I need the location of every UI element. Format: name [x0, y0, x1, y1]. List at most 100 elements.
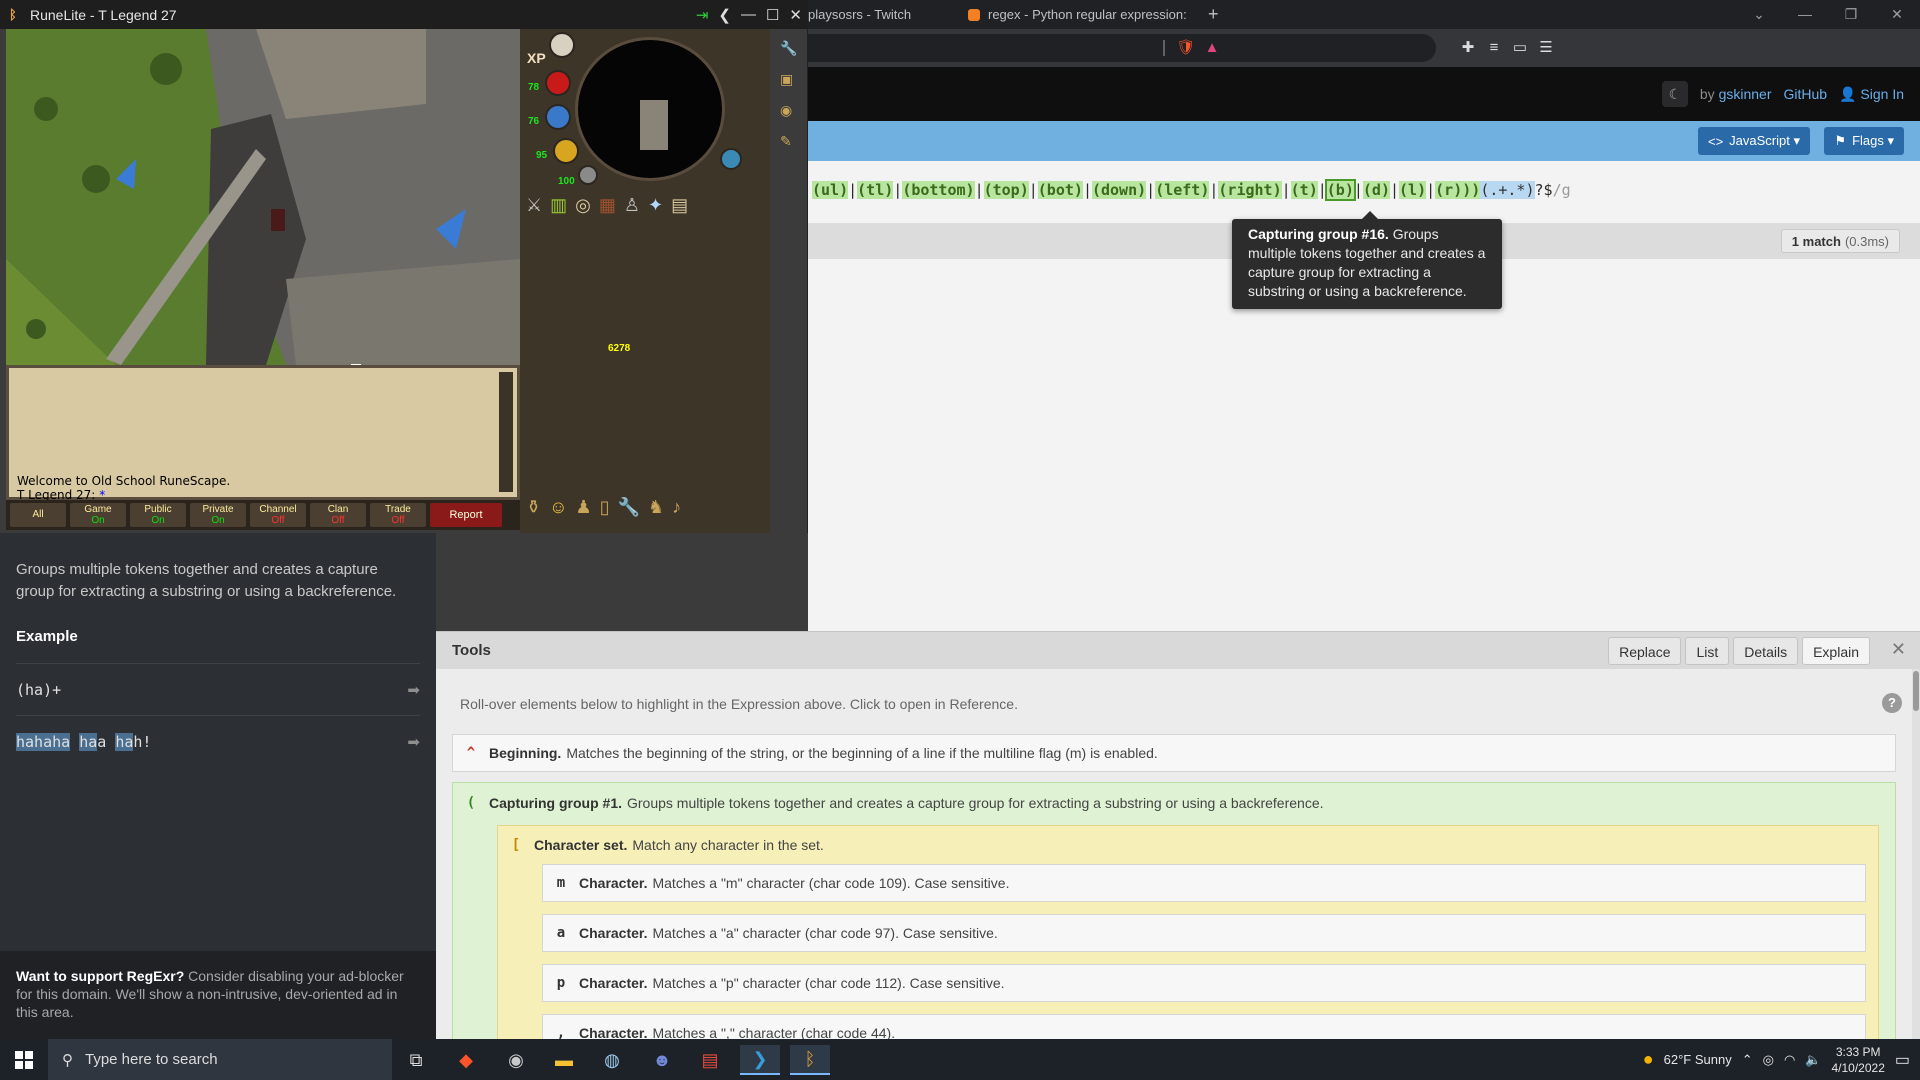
maximize-icon[interactable]: ☐: [766, 6, 779, 24]
expression-text[interactable]: (ul)|(tl)|(bottom)|(top)|(bot)|(down)|(l…: [812, 179, 1571, 201]
logout-tab-icon[interactable]: ▯: [600, 497, 610, 518]
loot-chest-icon[interactable]: ▣: [780, 71, 797, 88]
steam-icon[interactable]: ◍: [592, 1045, 632, 1075]
inventory-tab-icon[interactable]: ▦: [599, 195, 616, 216]
minimap[interactable]: [575, 37, 725, 181]
group-token[interactable]: (bottom): [902, 181, 975, 199]
discord-icon[interactable]: ☻: [642, 1045, 682, 1075]
tab-search-icon[interactable]: ⌄: [1736, 0, 1782, 29]
brave-browser-icon[interactable]: ◆: [446, 1045, 486, 1075]
alternation-token[interactable]: |: [1146, 181, 1155, 199]
chat-tab-all[interactable]: All: [10, 503, 66, 527]
windows-start-icon[interactable]: [0, 1039, 48, 1080]
special-attack-orb-icon[interactable]: [578, 165, 598, 185]
alternation-token[interactable]: |: [1354, 181, 1363, 199]
hiscore-icon[interactable]: ◉: [780, 102, 797, 119]
restore-icon[interactable]: ❐: [1828, 0, 1874, 29]
new-tab-button[interactable]: +: [1208, 0, 1228, 29]
group-token[interactable]: (l): [1399, 181, 1427, 199]
group-token[interactable]: (right): [1218, 181, 1282, 199]
wrench-icon[interactable]: 🔧: [780, 40, 797, 57]
xp-tracker-icon[interactable]: XP: [527, 50, 546, 66]
account-tab-icon[interactable]: ♟: [575, 497, 591, 518]
tab-details[interactable]: Details: [1733, 637, 1799, 665]
brave-rewards-icon[interactable]: ▲: [1202, 38, 1222, 58]
compass-icon[interactable]: [549, 32, 575, 58]
runelite-taskbar-icon[interactable]: ᛒ: [790, 1045, 830, 1075]
test-text-area[interactable]: [808, 259, 1920, 632]
weather-text[interactable]: 62°F Sunny: [1664, 1052, 1732, 1067]
explain-capturing-group-1[interactable]: ( Capturing group #1. Groups multiple to…: [452, 782, 1896, 1080]
help-icon[interactable]: ?: [1882, 693, 1902, 713]
close-icon[interactable]: ✕: [789, 6, 802, 24]
network-icon[interactable]: ◠: [1784, 1052, 1795, 1068]
explain-beginning[interactable]: ^ Beginning. Matches the beginning of th…: [452, 734, 1896, 772]
task-view-icon[interactable]: ⧉: [396, 1045, 436, 1075]
brave-shield-icon[interactable]: 🛡: [1176, 38, 1196, 58]
menu-icon[interactable]: ☰: [1536, 38, 1556, 58]
music-tab-icon[interactable]: ♪: [672, 497, 681, 518]
optional-anchor-token[interactable]: ?$: [1535, 181, 1553, 199]
minimize-icon[interactable]: —: [1782, 0, 1828, 29]
alternation-token[interactable]: |: [1282, 181, 1291, 199]
selected-group-token[interactable]: (b): [1324, 179, 1356, 201]
volume-icon[interactable]: 🔈: [1805, 1052, 1821, 1068]
tools-close-icon[interactable]: ✕: [1891, 639, 1906, 660]
prayer-tab-icon[interactable]: ✦: [648, 195, 663, 216]
group-token[interactable]: (t): [1290, 181, 1318, 199]
group-token[interactable]: (bot): [1037, 181, 1083, 199]
magic-tab-icon[interactable]: ▤: [671, 195, 688, 216]
notes-icon[interactable]: ✎: [780, 133, 797, 150]
chat-scrollbar[interactable]: [499, 372, 513, 492]
quests-tab-icon[interactable]: ◎: [575, 195, 591, 216]
emotes-tab-icon[interactable]: ♞: [648, 497, 664, 518]
combat-tab-icon[interactable]: ⚔: [526, 195, 542, 216]
run-orb-icon[interactable]: [553, 138, 579, 164]
tab-replace[interactable]: Replace: [1608, 637, 1682, 665]
address-bar[interactable]: [808, 34, 1436, 62]
taskbar-search[interactable]: ⚲ Type here to search: [48, 1039, 392, 1080]
example-text-row[interactable]: hahaha haa hah! ➡: [16, 715, 420, 767]
tab-regex[interactable]: regex - Python regular expression: ex...: [968, 0, 1198, 29]
tab-twitch[interactable]: playsosrs - Twitch: [808, 0, 968, 29]
extensions-icon[interactable]: ✚: [1458, 38, 1478, 58]
flavor-button[interactable]: <> JavaScript ▾: [1697, 127, 1810, 155]
prayer-orb-icon[interactable]: [545, 104, 571, 130]
alternation-token[interactable]: |: [1318, 181, 1327, 199]
stats-tab-icon[interactable]: ▥: [550, 195, 567, 216]
chat-tab-channel[interactable]: Channel Off: [250, 503, 306, 527]
playlist-icon[interactable]: ≡: [1484, 38, 1504, 58]
explain-scrollbar[interactable]: [1912, 669, 1920, 1039]
alternation-token[interactable]: |: [975, 181, 984, 199]
sidebar-toggle-icon[interactable]: ⇥: [696, 6, 709, 24]
theme-toggle-moon-icon[interactable]: ☾: [1661, 81, 1688, 107]
explain-char-m[interactable]: m Character. Matches a "m" character (char…: [542, 864, 1866, 902]
tray-chevron-icon[interactable]: ⌃: [1742, 1052, 1753, 1068]
chat-tab-clan[interactable]: Clan Off: [310, 503, 366, 527]
alternation-token[interactable]: |: [1083, 181, 1092, 199]
dot-group-token[interactable]: (.+.*): [1480, 181, 1535, 199]
load-text-arrow-icon[interactable]: ➡: [407, 733, 420, 751]
voicemeeter-icon[interactable]: ▤: [690, 1045, 730, 1075]
equipment-tab-icon[interactable]: ♙: [624, 195, 640, 216]
chat-tab-game[interactable]: Game On: [70, 503, 126, 527]
author-link[interactable]: gskinner: [1719, 86, 1772, 102]
chat-tab-private[interactable]: Private On: [190, 503, 246, 527]
group-token[interactable]: (d): [1362, 181, 1390, 199]
flags-button[interactable]: ⚑ Flags ▾: [1824, 127, 1904, 155]
group-token[interactable]: (left): [1155, 181, 1210, 199]
alternation-token[interactable]: |: [893, 181, 902, 199]
group-token[interactable]: (tl): [857, 181, 894, 199]
explain-char-p[interactable]: p Character. Matches a "p" character (char…: [542, 964, 1866, 1002]
alternation-token[interactable]: |: [1390, 181, 1399, 199]
report-button[interactable]: Report: [430, 503, 502, 527]
game-viewport[interactable]: [6, 29, 520, 365]
group-token[interactable]: (r): [1435, 181, 1463, 199]
friends-tab-icon[interactable]: ☺: [549, 497, 567, 518]
world-map-icon[interactable]: [720, 148, 742, 170]
minimize-icon[interactable]: —: [741, 6, 756, 23]
webcam-icon[interactable]: ◎: [1763, 1052, 1774, 1068]
group-token[interactable]: (ul): [812, 181, 849, 199]
close-icon[interactable]: ✕: [1874, 0, 1920, 29]
group-token[interactable]: (top): [983, 181, 1029, 199]
